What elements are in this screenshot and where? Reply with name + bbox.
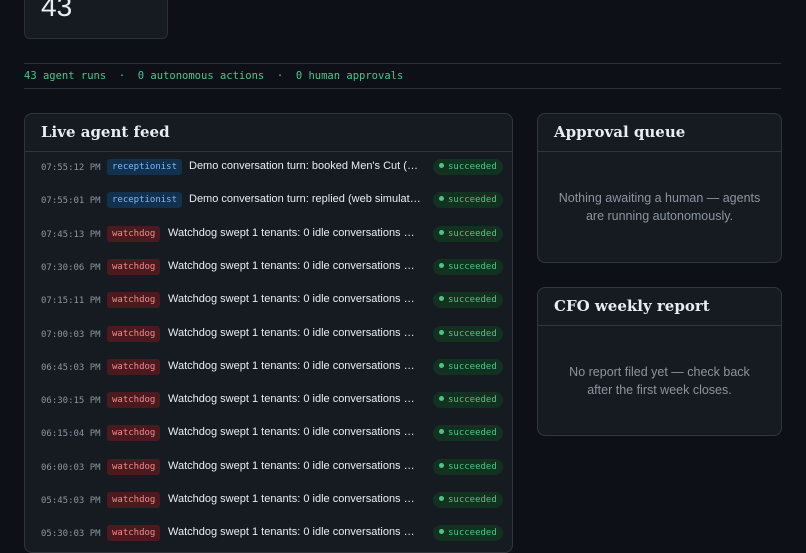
approval-queue-panel: Approval queue Nothing awaiting a human …	[537, 113, 782, 263]
status-dot-icon	[439, 462, 444, 468]
feed-row-timestamp: 07:15:11 PM	[41, 296, 101, 307]
status-dot-icon	[439, 229, 444, 235]
status-dot-icon	[439, 163, 444, 168]
feed-row[interactable]: 05:45:03 PM watchdog Watchdog swept 1 tena…	[25, 485, 512, 518]
feed-row[interactable]: 06:45:03 PM watchdog Watchdog swept 1 tena…	[25, 352, 512, 385]
empty-state-message: No report filed yet — check back after t…	[569, 365, 750, 397]
status-dot-icon	[439, 496, 444, 501]
status-badge: succeeded	[433, 292, 503, 309]
panel-title: Approval queue	[538, 114, 781, 152]
status-dot-icon	[439, 362, 444, 368]
status-dot-icon	[439, 296, 444, 302]
feed-row[interactable]: 07:55:12 PM receptionist Demo conversation…	[25, 152, 512, 185]
feed-row-timestamp: 07:55:01 PM	[41, 196, 101, 207]
feed-row[interactable]: 06:00:03 PM watchdog Watchdog swept 1 tena…	[25, 452, 512, 485]
status-badge: succeeded	[433, 192, 503, 209]
status-dot-icon	[439, 329, 444, 335]
status-badge: succeeded	[433, 258, 503, 275]
feed-row[interactable]: 06:15:04 PM watchdog Watchdog swept 1 tena…	[25, 418, 512, 451]
agent-tag: watchdog	[107, 458, 161, 475]
status-label: succeeded	[448, 228, 497, 239]
status-label: succeeded	[448, 328, 497, 339]
agent-tag: watchdog	[107, 492, 161, 508]
status-badge: succeeded	[433, 425, 503, 442]
status-dot-icon	[439, 262, 444, 268]
status-badge: succeeded	[433, 358, 503, 375]
feed-row-timestamp: 06:15:04 PM	[41, 429, 101, 440]
feed-row-timestamp: 05:45:03 PM	[41, 496, 101, 506]
status-dot-icon	[439, 196, 444, 202]
feed-row[interactable]: 07:00:03 PM watchdog Watchdog swept 1 tena…	[25, 319, 512, 352]
agent-tag: watchdog	[107, 525, 161, 542]
feed-row-message: Watchdog swept 1 tenants: 0 idle convers…	[168, 326, 420, 339]
status-label: succeeded	[448, 295, 497, 306]
feed-row-timestamp: 06:45:03 PM	[41, 362, 101, 373]
feed-row[interactable]: 06:30:15 PM watchdog Watchdog swept 1 tena…	[25, 385, 512, 418]
feed-row-timestamp: 06:30:15 PM	[41, 396, 101, 407]
feed-row-message: Watchdog swept 1 tenants: 0 idle convers…	[168, 393, 420, 406]
status-dot-icon	[439, 529, 444, 535]
feed-row-timestamp: 07:45:13 PM	[41, 229, 101, 240]
feed-row[interactable]: 07:45:13 PM watchdog Watchdog swept 1 tena…	[25, 219, 512, 252]
feed-row-message: Demo conversation turn: replied (web sim…	[189, 193, 421, 206]
feed-row-message: Watchdog swept 1 tenants: 0 idle convers…	[168, 226, 420, 239]
feed-row[interactable]: 07:30:06 PM watchdog Watchdog swept 1 tena…	[25, 252, 512, 285]
agent-tag: receptionist	[107, 192, 183, 209]
feed-row-timestamp: 07:00:03 PM	[41, 329, 101, 340]
status-label: succeeded	[448, 495, 497, 505]
feed-row-message: Watchdog swept 1 tenants: 0 idle convers…	[168, 426, 420, 439]
agent-tag: watchdog	[107, 358, 161, 375]
feed-row-message: Watchdog swept 1 tenants: 0 idle convers…	[168, 293, 420, 306]
status-badge: succeeded	[433, 492, 503, 508]
panel-title: CFO weekly report	[538, 288, 781, 326]
feed-row[interactable]: 05:30:03 PM watchdog Watchdog swept 1 tena…	[25, 518, 512, 551]
status-label: succeeded	[448, 162, 497, 172]
feed-row-message: Demo conversation turn: booked Men's Cut…	[189, 160, 421, 172]
feed-row-timestamp: 07:55:12 PM	[41, 163, 101, 173]
feed-row-timestamp: 05:30:03 PM	[41, 529, 101, 540]
feed-row-message: Watchdog swept 1 tenants: 0 idle convers…	[168, 459, 420, 472]
feed-row-message: Watchdog swept 1 tenants: 0 idle convers…	[168, 526, 420, 539]
status-badge: succeeded	[433, 525, 503, 542]
feed-row-timestamp: 06:00:03 PM	[41, 462, 101, 473]
status-label: succeeded	[448, 395, 497, 406]
feed-row-timestamp: 07:30:06 PM	[41, 262, 101, 273]
agent-tag: receptionist	[107, 159, 183, 175]
agent-tag: watchdog	[107, 325, 161, 342]
stat-value: 43	[41, 0, 73, 22]
feed-row[interactable]: 07:55:01 PM receptionist Demo conversation…	[25, 185, 512, 218]
status-dot-icon	[439, 429, 444, 435]
empty-state-message: Nothing awaiting a human — agents are ru…	[558, 191, 761, 223]
status-label: succeeded	[448, 461, 497, 472]
agent-tag: watchdog	[107, 258, 161, 275]
activity-summary: 43 agent runs · 0 autonomous actions · 0…	[24, 63, 781, 89]
cfo-weekly-report-panel: CFO weekly report No report filed yet — …	[537, 287, 782, 436]
status-badge: succeeded	[433, 225, 503, 242]
agent-tag: watchdog	[107, 425, 161, 442]
status-label: succeeded	[448, 361, 497, 372]
feed-row[interactable]: 07:15:11 PM watchdog Watchdog swept 1 tena…	[25, 285, 512, 318]
feed-row-message: Watchdog swept 1 tenants: 0 idle convers…	[168, 259, 420, 272]
status-badge: succeeded	[433, 159, 503, 175]
status-label: succeeded	[448, 428, 497, 439]
panel-title: Live agent feed	[25, 114, 512, 152]
status-label: succeeded	[448, 195, 497, 206]
status-badge: succeeded	[433, 392, 503, 409]
agent-tag: watchdog	[107, 292, 161, 309]
status-badge: succeeded	[433, 325, 503, 342]
agent-runs-stat-card: 43	[24, 0, 168, 39]
agent-tag: watchdog	[107, 392, 161, 409]
feed-row-message: Watchdog swept 1 tenants: 0 idle convers…	[168, 493, 420, 505]
live-agent-feed-panel: Live agent feed 07:55:12 PM receptionist D…	[24, 113, 513, 553]
status-badge: succeeded	[433, 458, 503, 475]
status-label: succeeded	[448, 261, 497, 272]
feed-row-message: Watchdog swept 1 tenants: 0 idle convers…	[168, 359, 420, 372]
agent-tag: watchdog	[107, 225, 161, 242]
status-dot-icon	[439, 396, 444, 402]
